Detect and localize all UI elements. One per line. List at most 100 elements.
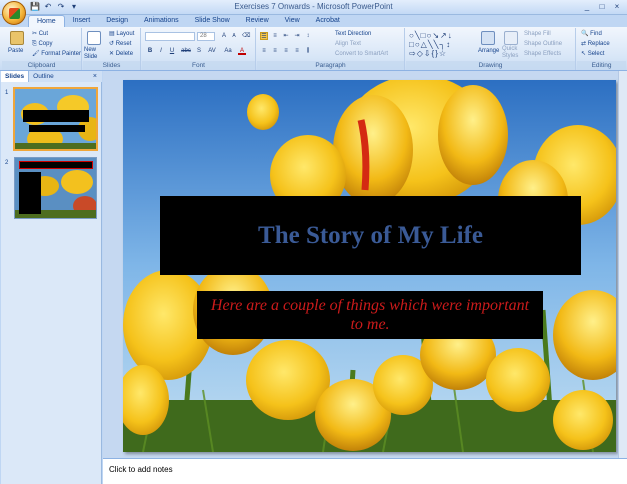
editing-group: 🔍 Find ⇄ Replace ↖ Select Editing: [577, 28, 626, 70]
char-spacing-button[interactable]: AV: [206, 47, 218, 55]
thumbnail-2-title-box: [19, 161, 93, 169]
slide-thumbnail-1[interactable]: [13, 87, 98, 151]
slide-title-box[interactable]: The Story of My Life: [160, 196, 581, 275]
format-painter-label: Format Painter: [41, 51, 81, 57]
ribbon-tabs: Home Insert Design Animations Slide Show…: [28, 15, 348, 27]
reset-button[interactable]: ↺ Reset: [109, 40, 131, 49]
tab-acrobat[interactable]: Acrobat: [308, 15, 348, 27]
vertical-scrollbar[interactable]: [618, 71, 627, 458]
shadow-button[interactable]: S: [195, 47, 203, 55]
ribbon: Paste ✂ Cut ⎘ Copy 🖌 Format Painter Clip…: [0, 27, 627, 71]
paste-icon[interactable]: [10, 31, 24, 45]
layout-button[interactable]: ▤ Layout: [109, 30, 134, 39]
find-button[interactable]: 🔍 Find: [581, 30, 602, 39]
tab-view[interactable]: View: [277, 15, 308, 27]
slide-number: 1: [5, 90, 9, 96]
copy-label: Copy: [38, 41, 53, 47]
font-name-box[interactable]: [145, 32, 195, 41]
tab-slides[interactable]: Slides: [1, 71, 30, 82]
delete-label: Delete: [115, 51, 134, 57]
notes-pane[interactable]: Click to add notes: [103, 458, 627, 484]
tab-animations[interactable]: Animations: [136, 15, 187, 27]
slide-editing-area: The Story of My Life Here are a couple o…: [103, 71, 627, 458]
tab-slide-show[interactable]: Slide Show: [187, 15, 238, 27]
align-left-icon[interactable]: ≡: [260, 47, 268, 55]
align-right-icon[interactable]: ≡: [282, 47, 290, 55]
maximize-button[interactable]: □: [595, 1, 609, 13]
slide-thumbnail-2[interactable]: [14, 157, 97, 219]
slide-subtitle: Here are a couple of things which were i…: [210, 297, 530, 333]
font-size-box[interactable]: 28: [197, 32, 215, 41]
paste-button[interactable]: Paste: [8, 47, 23, 56]
reset-label: Reset: [115, 41, 132, 47]
office-button[interactable]: [2, 1, 26, 25]
numbering-icon[interactable]: ≡: [271, 32, 279, 40]
tab-review[interactable]: Review: [238, 15, 277, 27]
arrange-button[interactable]: Arrange: [478, 47, 499, 56]
shrink-font-icon[interactable]: A: [230, 32, 238, 40]
clear-format-icon[interactable]: ⌫: [242, 32, 250, 40]
slides-group: New Slide ▤ Layout ↺ Reset ✕ Delete Slid…: [83, 28, 141, 70]
office-logo-icon: [9, 8, 20, 19]
font-group-label: Font: [142, 61, 255, 70]
slide-number: 2: [5, 160, 9, 166]
replace-label: Replace: [587, 41, 610, 47]
strikethrough-button[interactable]: abc: [180, 47, 192, 55]
current-slide[interactable]: The Story of My Life Here are a couple o…: [123, 80, 616, 452]
replace-button[interactable]: ⇄ Replace: [581, 40, 610, 49]
select-label: Select: [587, 51, 605, 57]
shape-outline-button[interactable]: Shape Outline: [524, 40, 562, 49]
tab-home[interactable]: Home: [28, 15, 65, 27]
close-pane-icon[interactable]: ×: [93, 71, 97, 82]
drawing-group-label: Drawing: [406, 61, 575, 70]
decrease-indent-icon[interactable]: ⇤: [282, 32, 290, 40]
minimize-button[interactable]: _: [580, 1, 594, 13]
bold-button[interactable]: B: [146, 47, 154, 55]
title-bar: 💾 ↶ ↷ ▾ Exercises 7 Onwards - Microsoft …: [0, 0, 627, 25]
paragraph-group: ☰ ≡ ⇤ ⇥ ↕ ≡ ≡ ≡ ≡ ⫼ Text Direction Align…: [257, 28, 405, 70]
slide-subtitle-box[interactable]: Here are a couple of things which were i…: [197, 291, 543, 339]
editing-group-label: Editing: [577, 61, 626, 70]
convert-smartart-button[interactable]: Convert to SmartArt: [335, 50, 388, 59]
slides-pane-tabs: Slides Outline: [1, 71, 102, 82]
select-button[interactable]: ↖ Select: [581, 50, 604, 59]
font-color-button[interactable]: A: [238, 47, 246, 55]
format-painter-button[interactable]: 🖌 Format Painter: [32, 50, 81, 59]
delete-button[interactable]: ✕ Delete: [109, 50, 133, 59]
arrange-icon[interactable]: [481, 31, 495, 45]
change-case-button[interactable]: Aa: [222, 47, 234, 55]
shape-fill-button[interactable]: Shape Fill: [524, 30, 551, 39]
tab-design[interactable]: Design: [98, 15, 136, 27]
underline-button[interactable]: U: [168, 47, 176, 55]
text-direction-button[interactable]: Text Direction: [335, 30, 371, 39]
columns-icon[interactable]: ⫼: [304, 47, 312, 55]
increase-indent-icon[interactable]: ⇥: [293, 32, 301, 40]
clipboard-group: Paste ✂ Cut ⎘ Copy 🖌 Format Painter Clip…: [2, 28, 82, 70]
new-slide-button[interactable]: New Slide: [84, 47, 108, 61]
drawing-group: ○╲□○↘↗↓ □○△╲╲┐↕ ⇨◇⇩{}☆ Arrange Quick Style…: [406, 28, 576, 70]
italic-button[interactable]: I: [157, 47, 165, 55]
window-title: Exercises 7 Onwards - Microsoft PowerPoi…: [234, 2, 393, 11]
paragraph-group-label: Paragraph: [257, 61, 404, 70]
shape-effects-button[interactable]: Shape Effects: [524, 50, 561, 59]
grow-font-icon[interactable]: A: [220, 32, 228, 40]
new-slide-icon[interactable]: [87, 31, 101, 45]
align-text-button[interactable]: Align Text: [335, 40, 361, 49]
line-spacing-icon[interactable]: ↕: [304, 32, 312, 40]
find-label: Find: [590, 31, 602, 37]
layout-label: Layout: [116, 31, 135, 37]
copy-button[interactable]: ⎘ Copy: [32, 40, 52, 49]
tab-outline[interactable]: Outline: [29, 71, 58, 82]
tab-insert[interactable]: Insert: [65, 15, 99, 27]
window-controls: _ □ ×: [580, 1, 624, 13]
thumbnail-1-title-box: [23, 110, 89, 122]
justify-icon[interactable]: ≡: [293, 47, 301, 55]
cut-label: Cut: [38, 31, 49, 37]
close-button[interactable]: ×: [610, 1, 624, 13]
bullets-icon[interactable]: ☰: [260, 32, 268, 40]
shapes-gallery[interactable]: ○╲□○↘↗↓ □○△╲╲┐↕ ⇨◇⇩{}☆: [409, 31, 477, 59]
quick-styles-icon[interactable]: [504, 31, 518, 45]
align-center-icon[interactable]: ≡: [271, 47, 279, 55]
cut-button[interactable]: ✂ Cut: [32, 30, 48, 39]
quick-styles-button[interactable]: Quick Styles: [502, 46, 522, 60]
